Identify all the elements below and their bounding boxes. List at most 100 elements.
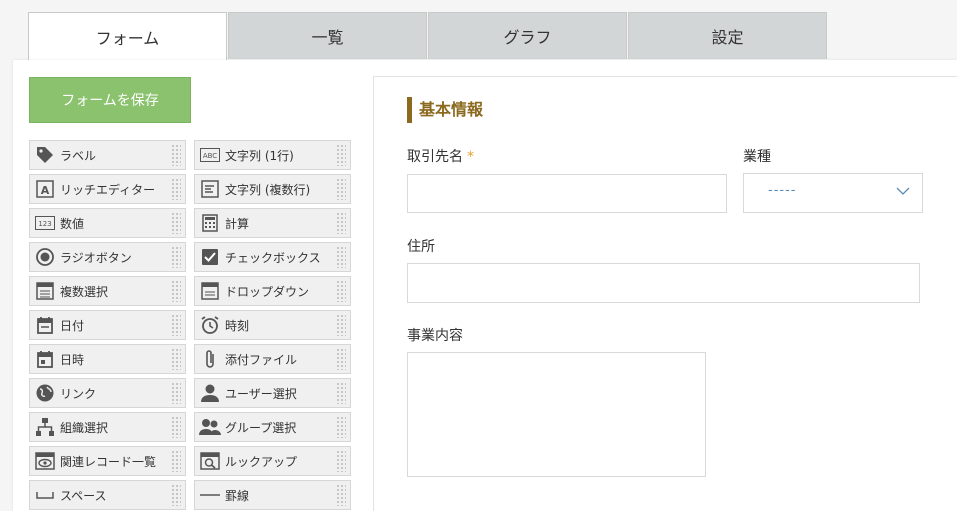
palette-item-paperclip[interactable]: 添付ファイル [194, 344, 351, 374]
drag-handle-icon[interactable] [336, 382, 346, 404]
drag-handle-icon[interactable] [336, 246, 346, 268]
drag-handle-icon[interactable] [171, 416, 181, 438]
drag-handle-icon[interactable] [336, 450, 346, 472]
globe-icon [34, 382, 56, 404]
space-icon [34, 484, 56, 506]
calculator-icon [199, 212, 221, 234]
drag-handle-icon[interactable] [336, 178, 346, 200]
tab-settings[interactable]: 設定 [628, 12, 827, 59]
tag-icon [34, 144, 56, 166]
multi-select-icon [34, 280, 56, 302]
palette-item-label: 時刻 [225, 318, 250, 333]
datetime-icon [34, 348, 56, 370]
palette-item-multiline[interactable]: 文字列 (複数行) [194, 174, 351, 204]
chevron-down-icon [896, 187, 910, 195]
drag-handle-icon[interactable] [336, 484, 346, 506]
radio-icon [34, 246, 56, 268]
palette-item-label: 文字列 (1行) [225, 148, 294, 163]
save-form-button[interactable]: フォームを保存 [29, 77, 191, 123]
palette-item-label: ユーザー選択 [225, 386, 297, 401]
palette-item-radio[interactable]: ラジオボタン [29, 242, 186, 272]
palette-item-multi-select[interactable]: 複数選択 [29, 276, 186, 306]
palette-item-label: ラジオボタン [60, 250, 132, 265]
related-records-icon [34, 450, 56, 472]
line-icon [199, 484, 221, 506]
tab-form[interactable]: フォーム [28, 12, 227, 60]
abc-icon: ABC [199, 144, 221, 166]
palette-item-abc[interactable]: ABC 文字列 (1行) [194, 140, 351, 170]
palette-item-label: 罫線 [225, 488, 250, 503]
drag-handle-icon[interactable] [336, 280, 346, 302]
palette-item-label: チェックボックス [225, 250, 321, 265]
required-mark: * [467, 149, 474, 165]
palette-item-dropdown[interactable]: ドロップダウン [194, 276, 351, 306]
palette-item-clock[interactable]: 時刻 [194, 310, 351, 340]
palette-item-space[interactable]: スペース [29, 480, 186, 510]
drag-handle-icon[interactable] [336, 416, 346, 438]
drag-handle-icon[interactable] [171, 348, 181, 370]
palette-item-related-records[interactable]: 関連レコード一覧 [29, 446, 186, 476]
drag-handle-icon[interactable] [171, 382, 181, 404]
drag-handle-icon[interactable] [171, 450, 181, 472]
business-textarea[interactable] [407, 352, 706, 477]
palette-item-number[interactable]: 123 数値 [29, 208, 186, 238]
industry-dropdown[interactable]: ----- [743, 173, 923, 213]
multiline-icon [199, 178, 221, 200]
palette-item-label: グループ選択 [225, 420, 297, 435]
svg-text:ABC: ABC [203, 152, 217, 160]
drag-handle-icon[interactable] [171, 246, 181, 268]
palette-item-calculator[interactable]: 計算 [194, 208, 351, 238]
paperclip-icon [199, 348, 221, 370]
rich-text-icon: A [34, 178, 56, 200]
drag-handle-icon[interactable] [336, 144, 346, 166]
address-input[interactable] [407, 263, 920, 303]
palette-item-label: ルックアップ [225, 454, 298, 469]
palette-item-datetime[interactable]: 日時 [29, 344, 186, 374]
industry-selected-value: ----- [768, 183, 797, 198]
drag-handle-icon[interactable] [171, 484, 181, 506]
palette-item-label: 日時 [60, 352, 85, 367]
company-input[interactable] [407, 174, 727, 213]
tab-graph[interactable]: グラフ [428, 12, 627, 59]
palette-item-label: 日付 [60, 318, 85, 333]
section-title: 基本情報 [407, 97, 483, 123]
palette-item-tag[interactable]: ラベル [29, 140, 186, 170]
palette-item-lookup[interactable]: ルックアップ [194, 446, 351, 476]
palette-item-label: ラベル [60, 148, 97, 163]
palette-item-date[interactable]: 日付 [29, 310, 186, 340]
palette-item-globe[interactable]: リンク [29, 378, 186, 408]
palette-item-label: 計算 [225, 216, 250, 231]
company-label-text: 取引先名 [407, 149, 463, 165]
drag-handle-icon[interactable] [171, 280, 181, 302]
palette-item-group[interactable]: グループ選択 [194, 412, 351, 442]
palette-item-label: 文字列 (複数行) [225, 182, 311, 197]
palette-item-label: 数値 [60, 216, 85, 231]
dropdown-icon [199, 280, 221, 302]
org-icon [34, 416, 56, 438]
number-icon: 123 [34, 212, 56, 234]
address-label: 住所 [407, 239, 435, 255]
drag-handle-icon[interactable] [336, 348, 346, 370]
svg-text:A: A [41, 184, 50, 197]
business-label: 事業内容 [407, 328, 463, 344]
palette-item-line[interactable]: 罫線 [194, 480, 351, 510]
palette-item-label: 組織選択 [60, 420, 109, 435]
drag-handle-icon[interactable] [336, 314, 346, 336]
svg-text:123: 123 [38, 220, 51, 228]
drag-handle-icon[interactable] [171, 212, 181, 234]
tab-list[interactable]: 一覧 [228, 12, 427, 59]
palette-item-org[interactable]: 組織選択 [29, 412, 186, 442]
palette-item-label: ドロップダウン [225, 284, 310, 299]
drag-handle-icon[interactable] [171, 178, 181, 200]
user-icon [199, 382, 221, 404]
palette-item-checkbox[interactable]: チェックボックス [194, 242, 351, 272]
palette-item-user[interactable]: ユーザー選択 [194, 378, 351, 408]
palette-item-label: 関連レコード一覧 [60, 454, 157, 469]
drag-handle-icon[interactable] [171, 314, 181, 336]
tab-bar: フォーム 一覧 グラフ 設定 [28, 12, 828, 60]
drag-handle-icon[interactable] [171, 144, 181, 166]
palette-item-rich-text[interactable]: A リッチエディター [29, 174, 186, 204]
checkbox-icon [199, 246, 221, 268]
industry-label: 業種 [743, 149, 771, 165]
drag-handle-icon[interactable] [336, 212, 346, 234]
